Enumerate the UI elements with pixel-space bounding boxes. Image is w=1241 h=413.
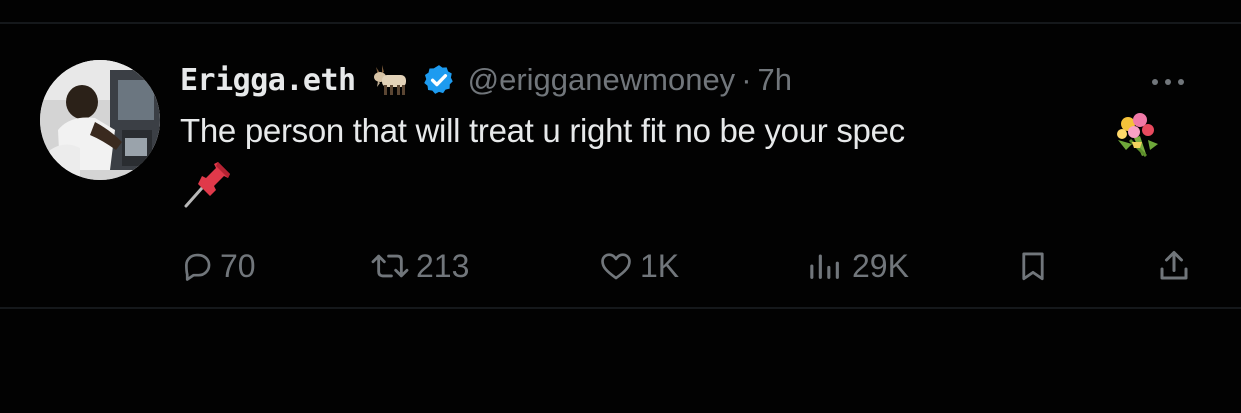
timestamp[interactable]: 7h [758,62,792,98]
tweet-header: Erigga.eth @erigganewmoney · 7h [180,60,792,100]
verified-badge-icon[interactable] [422,63,456,97]
reply-count: 70 [220,247,256,284]
separator-dot: · [741,62,752,97]
display-name[interactable]: Erigga.eth [180,63,356,98]
avatar[interactable] [40,60,160,180]
bookmark-icon [1022,252,1044,281]
screen: Erigga.eth @erigganewmoney · 7h The pers… [0,0,1241,413]
reply-icon [185,253,211,281]
more-options-icon[interactable] [1138,72,1198,92]
retweet-button[interactable]: 213 [370,242,469,290]
bookmark-button[interactable] [1016,242,1050,290]
like-icon [601,253,631,280]
views-icon [810,254,839,279]
handle[interactable]: @erigganewmoney [468,62,736,98]
tweet-text: The person that will treat u right fit n… [180,112,905,149]
bouquet-emoji-icon [1112,110,1162,158]
goat-emoji-icon [370,63,410,97]
share-icon [1160,251,1188,280]
retweet-icon [371,254,409,278]
tweet[interactable]: Erigga.eth @erigganewmoney · 7h The pers… [0,24,1241,307]
share-button[interactable] [1156,242,1192,290]
bottom-divider [0,307,1241,309]
views-count: 29K [852,247,909,284]
retweet-count: 213 [416,247,470,284]
reply-button[interactable]: 70 [180,242,256,290]
like-count: 1K [640,247,680,284]
like-button[interactable]: 1K [598,242,679,290]
views-button[interactable]: 29K [806,242,909,290]
pushpin-emoji-icon [180,160,236,210]
action-bar: 70 213 1K 29K [0,242,1241,290]
